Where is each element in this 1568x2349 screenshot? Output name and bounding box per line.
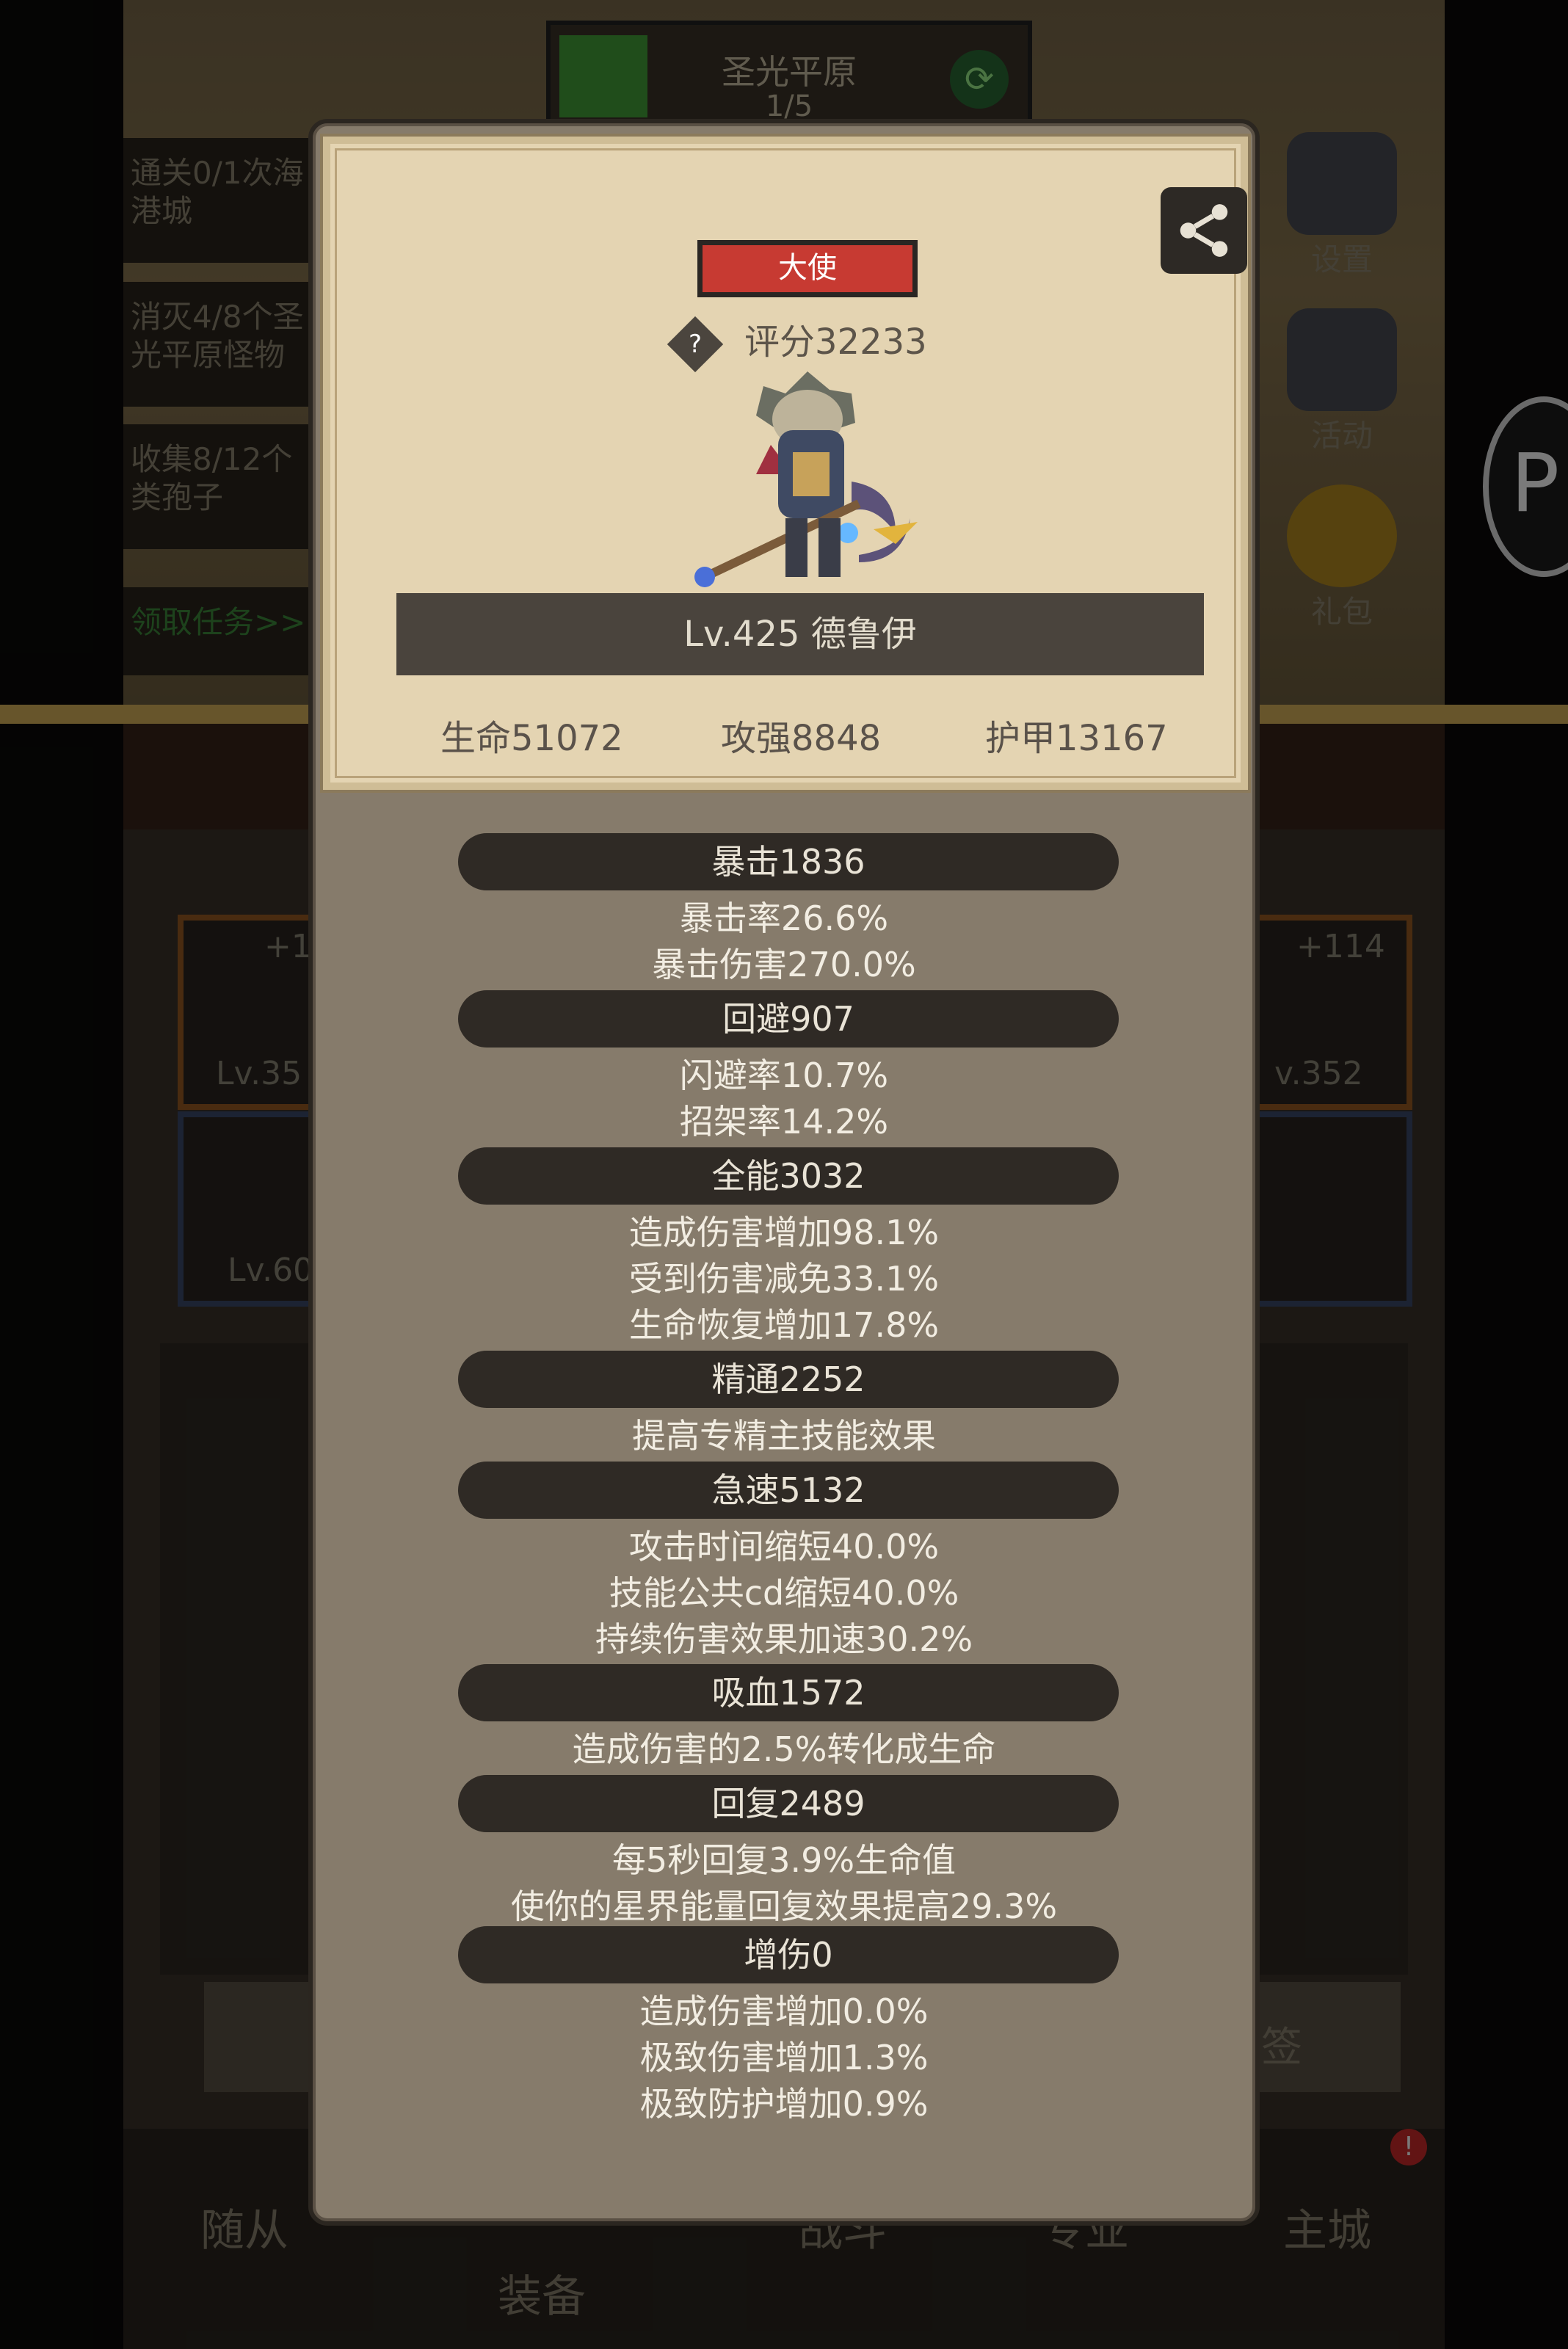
stat-line: 造成伤害增加0.0% [639, 1992, 929, 2031]
stat-line: 闪避率10.7% [679, 1056, 889, 1095]
signin-button[interactable]: 签 [1254, 1982, 1401, 2092]
quest-text: 消灭4/8个圣光平原怪物 [131, 299, 304, 373]
gift-pack-button[interactable]: 礼包 [1276, 484, 1408, 631]
gift-icon [1287, 484, 1397, 587]
mastery-header: 精通2252 [458, 1351, 1119, 1408]
quest-item[interactable]: 收集8/12个类孢子 [123, 424, 314, 549]
events-label: 活动 [1310, 418, 1373, 454]
main-stats-row: 生命51072 攻强8848 护甲13167 [374, 709, 1226, 760]
druid-hero-sprite [694, 371, 918, 587]
equip-bonus: +114 [1296, 928, 1385, 965]
hero-level-name: Lv.425 德鲁伊 [396, 593, 1204, 675]
claim-quest-link[interactable]: 领取任务>> [123, 587, 314, 675]
equip-slot[interactable]: +114 v.352 [1254, 915, 1412, 1110]
claim-quest-text: 领取任务>> [131, 604, 306, 640]
gift-pack-label: 礼包 [1310, 594, 1373, 630]
tab-main-city[interactable]: 主城 [1283, 2195, 1371, 2259]
stat-line: 提高专精主技能效果 [632, 1416, 936, 1456]
share-icon [1180, 204, 1228, 257]
stat-line: 造成伤害的2.5%转化成生命 [572, 1729, 996, 1769]
stat-line: 造成伤害增加98.1% [628, 1213, 940, 1252]
quest-item[interactable]: 消灭4/8个圣光平原怪物 [123, 282, 314, 407]
stat-line: 攻击时间缩短40.0% [628, 1527, 940, 1566]
score-row: ? 评分32233 [667, 316, 927, 373]
signin-label: 签 [1261, 2024, 1302, 2072]
equip-level: Lv.60 [228, 1252, 314, 1289]
stat-line: 持续伤害效果加速30.2% [595, 1619, 973, 1659]
regen-header: 回复2489 [458, 1775, 1119, 1832]
settings-button[interactable]: 设置 [1276, 132, 1408, 279]
equip-bonus: +1 [264, 928, 312, 965]
stat-line: 极致伤害增加1.3% [639, 2038, 929, 2077]
events-button[interactable]: 活动 [1276, 308, 1408, 455]
versatility-header: 全能3032 [458, 1147, 1119, 1205]
stat-line: 生命恢复增加17.8% [628, 1305, 940, 1345]
equip-slot[interactable]: Lv.60 [178, 1111, 322, 1307]
hp-stat: 生命51072 [440, 718, 623, 759]
stat-line: 每5秒回复3.9%生命值 [611, 1840, 957, 1880]
stat-line: 招架率14.2% [679, 1102, 889, 1141]
haste-header: 急速5132 [458, 1462, 1119, 1519]
stat-line: 暴击率26.6% [679, 898, 889, 938]
tab-equipment[interactable]: 装备 [498, 2261, 586, 2325]
location-panel[interactable]: 圣光平原 1/5 ⟳ [546, 21, 1032, 132]
equip-level: v.352 [1274, 1055, 1363, 1092]
swap-icon[interactable]: ⟳ [950, 50, 1009, 109]
avoidance-header: 回避907 [458, 990, 1119, 1048]
stat-line: 暴击伤害270.0% [652, 945, 916, 984]
score-label: 评分32233 [744, 322, 927, 363]
floating-round-icon[interactable]: P [1483, 396, 1568, 577]
scroll-icon [1287, 308, 1397, 411]
settings-label: 设置 [1310, 242, 1373, 277]
rank-badge: 大使 [697, 240, 918, 297]
quest-text: 收集8/12个类孢子 [131, 441, 293, 515]
gear-icon [1287, 132, 1397, 235]
equip-slot[interactable]: +1 Lv.35 [178, 915, 322, 1110]
quest-item[interactable]: 通关0/1次海港城 [123, 138, 314, 263]
quest-text: 通关0/1次海港城 [131, 155, 304, 229]
stat-line: 极致防护增加0.9% [639, 2084, 929, 2124]
hero-card: 大使 ? 评分32233 Lv.425 德鲁伊 生命51072 攻强8848 护甲… [323, 137, 1248, 790]
lifesteal-header: 吸血1572 [458, 1664, 1119, 1721]
equip-slot[interactable] [1254, 1111, 1412, 1307]
help-icon-glyph: ? [688, 329, 703, 359]
stat-line: 受到伤害减免33.1% [628, 1259, 940, 1299]
share-button[interactable] [1161, 187, 1247, 274]
tab-followers[interactable]: 随从 [200, 2195, 288, 2259]
crit-header: 暴击1836 [458, 833, 1119, 890]
damage-bonus-header: 增伤0 [458, 1926, 1119, 1983]
armor-stat: 护甲13167 [985, 718, 1168, 759]
hero-stats-modal: 大使 ? 评分32233 Lv.425 德鲁伊 生命51072 攻强8848 护甲… [308, 119, 1260, 2226]
stat-line: 技能公共cd缩短40.0% [609, 1573, 959, 1613]
alert-icon: ! [1390, 2129, 1427, 2165]
stat-line: 使你的星界能量回复效果提高29.3% [510, 1887, 1058, 1926]
equip-level: Lv.35 [216, 1055, 302, 1092]
attack-power-stat: 攻强8848 [721, 718, 882, 759]
